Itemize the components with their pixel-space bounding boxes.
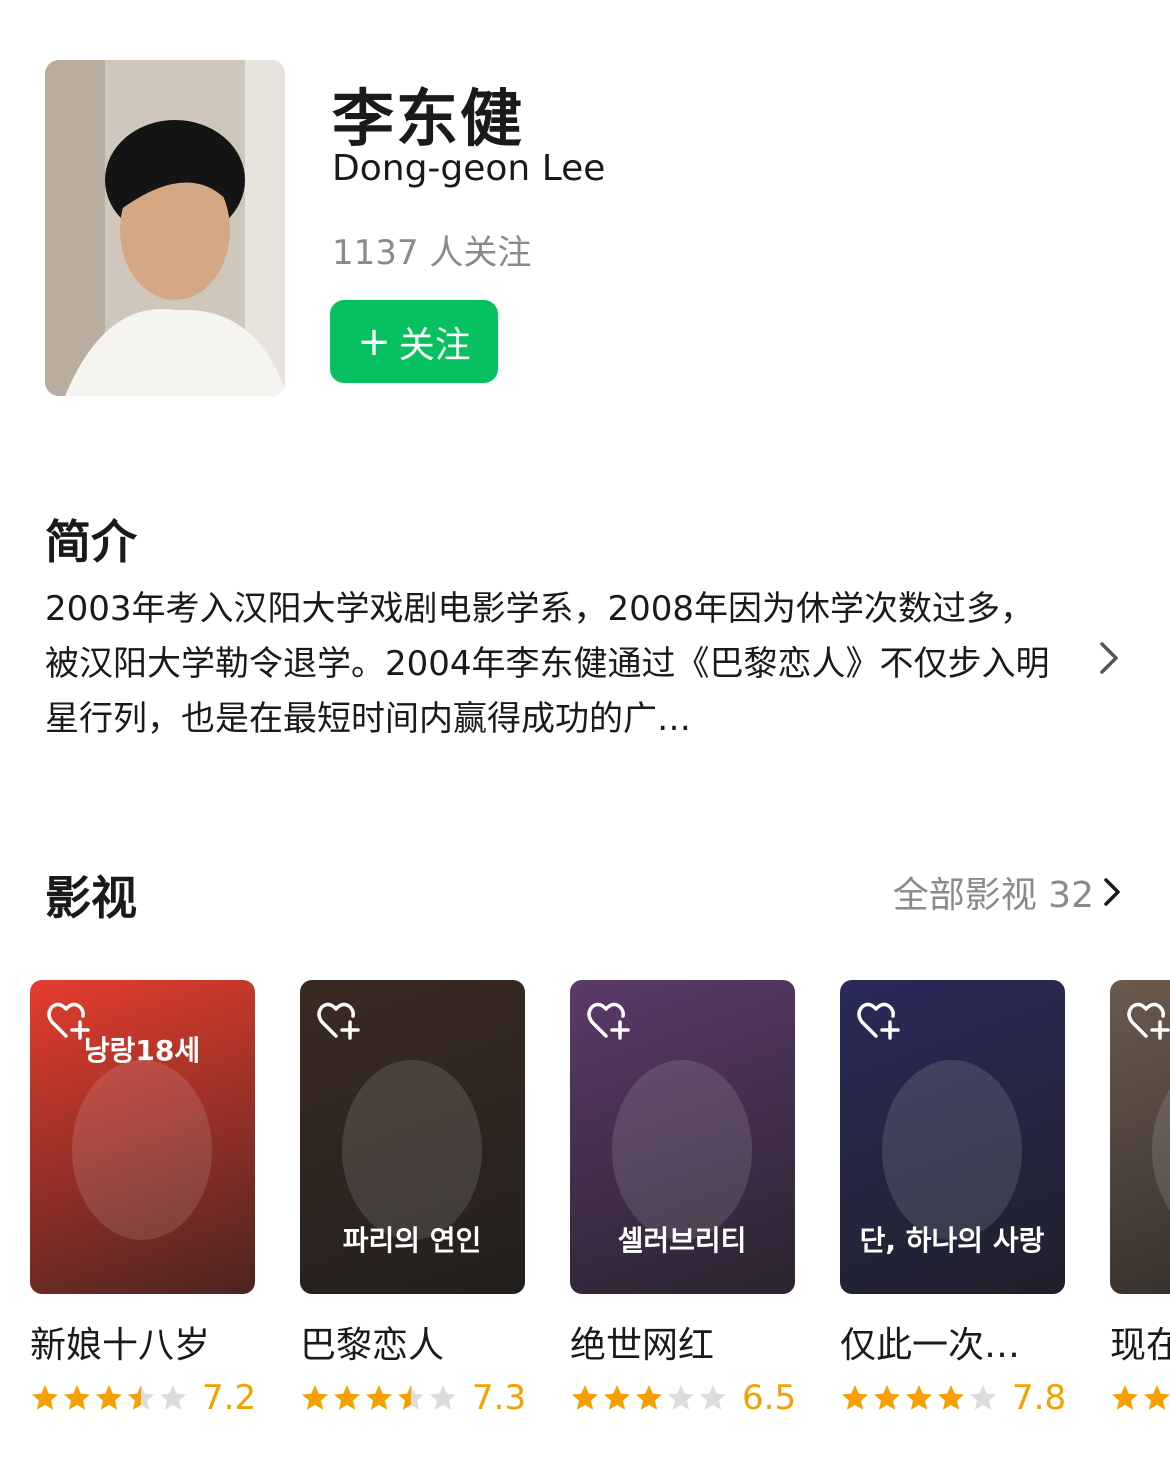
add-favorite-icon[interactable] xyxy=(1124,994,1170,1046)
intro-title: 简介 xyxy=(45,515,137,569)
add-favorite-icon[interactable] xyxy=(584,994,636,1046)
add-favorite-icon[interactable] xyxy=(44,994,96,1046)
star-icon xyxy=(32,1385,58,1410)
star-rating xyxy=(30,1383,188,1413)
film-poster[interactable]: 셀러브리티 xyxy=(570,980,795,1294)
follower-count: 1137 人关注 xyxy=(332,233,532,273)
film-rating: 7.3 xyxy=(300,1378,527,1418)
film-rating: 6.5 xyxy=(570,1378,797,1418)
star-rating xyxy=(570,1383,728,1413)
follow-button[interactable]: + 关注 xyxy=(330,300,498,383)
star-icon xyxy=(970,1385,996,1410)
star-icon xyxy=(96,1385,122,1410)
plus-icon: + xyxy=(357,318,391,365)
star-icon xyxy=(700,1385,726,1410)
film-title: 仅此一次… xyxy=(840,1325,1021,1366)
star-icon xyxy=(1144,1385,1170,1410)
film-rating xyxy=(1110,1378,1170,1418)
profile-header: 李东健 Dong-geon Lee 1137 人关注 + 关注 xyxy=(0,0,1170,420)
all-films-label: 全部影视 32 xyxy=(892,875,1094,916)
star-icon xyxy=(604,1385,630,1410)
star-icon xyxy=(160,1385,186,1410)
film-card[interactable]: 现在 xyxy=(1110,980,1170,1418)
star-icon xyxy=(906,1385,932,1410)
star-icon xyxy=(874,1385,900,1410)
star-icon xyxy=(572,1385,598,1410)
film-score: 6.5 xyxy=(742,1378,797,1418)
star-icon xyxy=(668,1385,694,1410)
star-icon xyxy=(1112,1385,1138,1410)
film-score: 7.8 xyxy=(1012,1378,1067,1418)
add-favorite-icon[interactable] xyxy=(854,994,906,1046)
films-title: 影视 xyxy=(45,871,137,925)
star-rating xyxy=(1110,1383,1170,1413)
star-rating xyxy=(300,1383,458,1413)
star-icon xyxy=(842,1385,868,1410)
chevron-right-icon[interactable] xyxy=(1098,640,1122,676)
person-name: 李东健 xyxy=(332,82,525,155)
all-films-link[interactable]: 全部影视 32 xyxy=(893,866,1122,918)
film-poster[interactable]: 낭랑18세 xyxy=(30,980,255,1294)
follow-button-label: 关注 xyxy=(398,324,471,366)
star-icon xyxy=(398,1385,424,1410)
film-carousel[interactable]: 낭랑18세 新娘十八岁 7.2 파리의 연인 巴黎恋人 7.3 셀러브리티 绝世网红 6.5 단,… xyxy=(30,980,1170,1420)
film-card[interactable]: 파리의 연인 巴黎恋人 7.3 xyxy=(300,980,527,1418)
chevron-right-icon xyxy=(1104,878,1120,906)
intro-text[interactable]: 2003年考入汉阳大学戏剧电影学系，2008年因为休学次数过多，被汉阳大学勒令退… xyxy=(45,582,1055,747)
poster-title-text: 단, 하나의 사랑 xyxy=(860,1224,1045,1257)
film-title: 绝世网红 xyxy=(570,1325,715,1366)
film-title: 现在 xyxy=(1110,1325,1170,1366)
poster-title-text: 파리의 연인 xyxy=(343,1224,482,1257)
film-title: 新娘十八岁 xyxy=(30,1325,211,1366)
film-rating: 7.8 xyxy=(840,1378,1067,1418)
film-card[interactable]: 셀러브리티 绝世网红 6.5 xyxy=(570,980,797,1418)
film-poster[interactable] xyxy=(1110,980,1170,1294)
poster-title-text: 낭랑18세 xyxy=(84,1034,200,1067)
star-icon xyxy=(366,1385,392,1410)
film-poster[interactable]: 파리의 연인 xyxy=(300,980,525,1294)
film-score: 7.3 xyxy=(472,1378,527,1418)
star-icon xyxy=(636,1385,662,1410)
star-icon xyxy=(302,1385,328,1410)
poster-title-text: 셀러브리티 xyxy=(618,1224,747,1257)
star-icon xyxy=(64,1385,90,1410)
star-rating xyxy=(840,1383,998,1413)
person-name-en: Dong-geon Lee xyxy=(332,148,606,189)
film-title: 巴黎恋人 xyxy=(300,1325,445,1366)
film-rating: 7.2 xyxy=(30,1378,257,1418)
add-favorite-icon[interactable] xyxy=(314,994,366,1046)
star-icon xyxy=(938,1385,964,1410)
avatar[interactable] xyxy=(45,60,285,396)
star-icon xyxy=(128,1385,154,1410)
film-card[interactable]: 단, 하나의 사랑 仅此一次… 7.8 xyxy=(840,980,1067,1418)
film-card[interactable]: 낭랑18세 新娘十八岁 7.2 xyxy=(30,980,257,1418)
star-icon xyxy=(334,1385,360,1410)
star-icon xyxy=(430,1385,456,1410)
film-poster[interactable]: 단, 하나의 사랑 xyxy=(840,980,1065,1294)
film-score: 7.2 xyxy=(202,1378,257,1418)
